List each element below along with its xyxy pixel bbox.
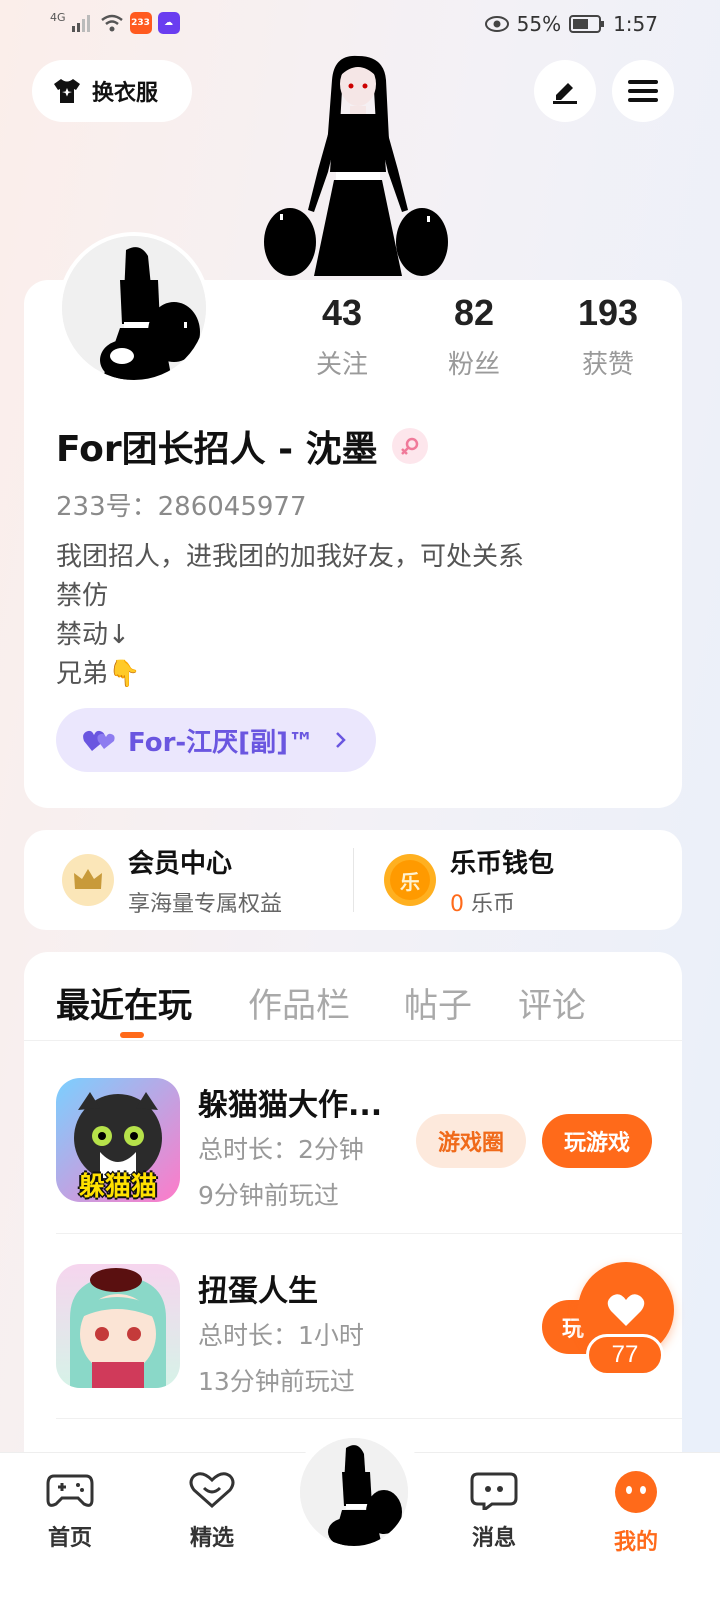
nav-messages[interactable]: 消息	[454, 1470, 534, 1552]
game-icon-gacha-life	[56, 1264, 180, 1388]
divider	[24, 1040, 682, 1041]
app-purple-icon: ☁	[157, 12, 180, 34]
profile-face-icon	[615, 1471, 657, 1513]
game-title: 扭蛋人生	[198, 1274, 318, 1309]
tab-comments[interactable]: 评论	[518, 978, 586, 1027]
game-circle-button[interactable]: 游戏圈	[416, 1114, 526, 1168]
nav-avatar-center[interactable]	[300, 1438, 408, 1546]
game-icon-text: 躲猫猫	[78, 1172, 157, 1202]
signal-icon	[71, 15, 90, 32]
fans-label: 粉丝	[447, 350, 500, 380]
bio-line: 我团招人，进我团的加我好友，可处关系	[56, 542, 525, 572]
nav-mine-label: 我的	[613, 1530, 658, 1555]
hamburger-icon	[628, 80, 658, 102]
change-outfit-label: 换衣服	[92, 81, 159, 106]
network-label: 4G	[50, 10, 66, 24]
tshirt-icon	[54, 79, 80, 103]
game-title: 躲猫猫大作...	[198, 1088, 383, 1123]
wallet-balance: 0 乐币	[450, 886, 554, 918]
app-233-icon: 233	[129, 12, 152, 34]
group-badge-button[interactable]: For-江厌[副]™	[56, 708, 376, 772]
double-heart-icon	[83, 730, 115, 751]
avatar-image	[300, 1438, 408, 1546]
stat-fans[interactable]: 82 粉丝	[414, 292, 534, 381]
nav-mine[interactable]: 我的	[596, 1470, 676, 1556]
heart-icon	[607, 1294, 645, 1326]
status-bar: 4G 233 ☁ 55% 1:57	[0, 0, 720, 50]
play-game-button[interactable]: 玩游戏	[542, 1114, 652, 1168]
avatar-figure[interactable]	[262, 50, 450, 282]
pen-icon	[553, 83, 577, 104]
status-left: 4G 233 ☁	[50, 10, 180, 34]
likes-label: 获赞	[581, 350, 634, 380]
game-duration: 总时长：1小时	[198, 1321, 364, 1350]
wifi-icon	[100, 14, 123, 32]
group-name: For-江厌[副]™	[128, 727, 314, 758]
stat-likes[interactable]: 193 获赞	[548, 292, 668, 381]
gamepad-icon	[46, 1474, 94, 1507]
nav-home[interactable]: 首页	[30, 1470, 110, 1552]
menu-button[interactable]	[612, 60, 674, 122]
profile-avatar[interactable]	[58, 232, 210, 384]
chat-icon	[470, 1472, 518, 1513]
divider	[56, 1233, 682, 1234]
battery-icon	[569, 15, 605, 33]
chevron-right-icon	[336, 732, 346, 748]
wallet-button[interactable]: 乐 乐币钱包 0 乐币	[384, 830, 554, 930]
member-center-title: 会员中心	[128, 848, 233, 879]
coin-icon: 乐	[384, 854, 436, 906]
wallet-title: 乐币钱包	[450, 848, 555, 879]
likes-count: 193	[577, 292, 639, 333]
coin-char: 乐	[390, 860, 430, 900]
nav-home-label: 首页	[47, 1526, 92, 1551]
bio-line: 禁仿	[56, 581, 109, 611]
username: For团长招人 - 沈墨	[56, 420, 428, 472]
tab-recent-play[interactable]: 最近在玩	[56, 978, 192, 1027]
fans-count: 82	[453, 292, 495, 333]
bio: 我团招人，进我团的加我好友，可处关系 禁仿 禁动↓ 兄弟👇	[56, 538, 524, 694]
clock: 1:57	[613, 12, 658, 36]
avatar-image	[62, 236, 206, 380]
stat-following[interactable]: 43 关注	[282, 292, 402, 381]
edit-profile-button[interactable]	[534, 60, 596, 122]
member-center-sub: 享海量专属权益	[128, 891, 283, 917]
username-text: For团长招人 - 沈墨	[56, 429, 378, 470]
nav-featured[interactable]: 精选	[172, 1470, 252, 1552]
status-right: 55% 1:57	[484, 12, 658, 36]
game-last-played: 9分钟前玩过	[198, 1181, 339, 1210]
eye-icon	[484, 16, 509, 32]
game-duration: 总时长：2分钟	[198, 1135, 364, 1164]
bio-line: 禁动↓	[56, 620, 130, 650]
game-icon-hide-and-seek: 躲猫猫	[56, 1078, 180, 1202]
female-icon	[391, 428, 428, 464]
following-label: 关注	[315, 350, 368, 380]
battery-percent: 55%	[516, 12, 562, 36]
wallet-amount: 0	[450, 891, 464, 917]
user-id: 233号：286045977	[56, 492, 307, 522]
divider	[353, 848, 354, 912]
list-item[interactable]: 躲猫猫 躲猫猫大作... 总时长：2分钟 9分钟前玩过 游戏圈 玩游戏	[24, 1050, 682, 1234]
crown-icon	[62, 854, 114, 906]
following-count: 43	[321, 292, 363, 333]
tab-works[interactable]: 作品栏	[248, 978, 350, 1027]
tab-posts[interactable]: 帖子	[404, 978, 472, 1027]
heart-outline-icon	[189, 1472, 235, 1509]
like-count: 77	[586, 1334, 664, 1376]
game-last-played: 13分钟前玩过	[198, 1367, 355, 1396]
bio-line: 兄弟👇	[56, 659, 141, 689]
member-center-button[interactable]: 会员中心 享海量专属权益	[62, 830, 282, 930]
nav-featured-label: 精选	[189, 1526, 234, 1551]
change-outfit-button[interactable]: 换衣服	[32, 60, 192, 122]
tab-indicator	[120, 1032, 144, 1038]
nav-messages-label: 消息	[471, 1526, 516, 1551]
wallet-unit: 乐币	[471, 891, 516, 917]
divider	[56, 1418, 682, 1419]
